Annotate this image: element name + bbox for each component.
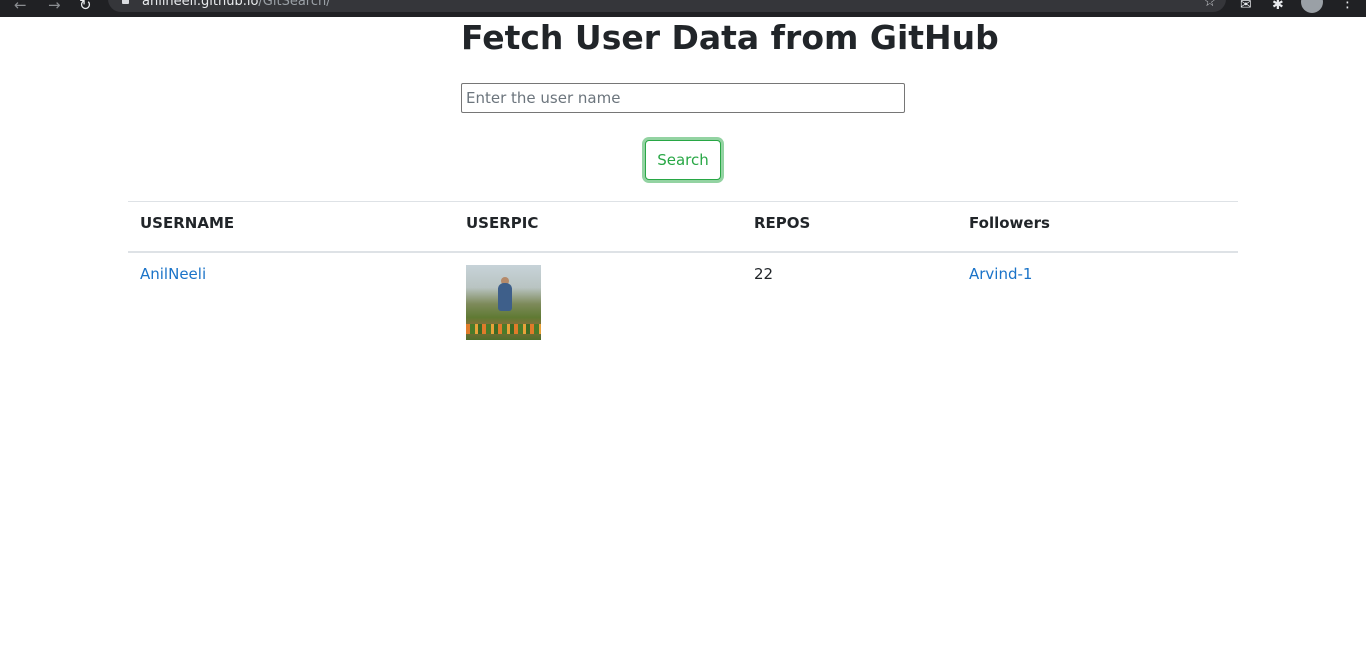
header-username: USERNAME — [128, 201, 454, 253]
browser-toolbar: ← → ↻ anilneeli.github.io/GitSearch/ ☆ ✉… — [0, 0, 1366, 17]
header-repos: REPOS — [742, 201, 957, 253]
menu-kebab-icon[interactable]: ⋮ — [1340, 0, 1355, 11]
table-row: AnilNeeli 22 Arvind-1 — [128, 252, 1238, 352]
search-input[interactable] — [461, 83, 905, 113]
cell-followers: Arvind-1 — [957, 252, 1238, 352]
bookmark-star-icon[interactable]: ☆ — [1203, 0, 1216, 10]
profile-avatar-icon[interactable] — [1301, 0, 1323, 13]
address-bar[interactable]: anilneeli.github.io/GitSearch/ ☆ — [108, 0, 1226, 12]
url-text: anilneeli.github.io/GitSearch/ — [142, 0, 331, 9]
follower-link[interactable]: Arvind-1 — [969, 265, 1032, 283]
reload-icon[interactable]: ↻ — [79, 0, 92, 14]
avatar-figure — [498, 283, 512, 311]
url-host: anilneeli.github.io — [142, 0, 259, 9]
page-title: Fetch User Data from GitHub — [461, 18, 999, 57]
extension-mail-icon[interactable]: ✉ — [1240, 0, 1252, 13]
url-path: /GitSearch/ — [258, 0, 331, 9]
forward-arrow-icon[interactable]: → — [48, 0, 61, 14]
back-arrow-icon[interactable]: ← — [14, 0, 27, 14]
search-button[interactable]: Search — [645, 140, 721, 180]
username-link[interactable]: AnilNeeli — [140, 265, 206, 283]
header-followers: Followers — [957, 201, 1238, 253]
results-table: USERNAME USERPIC REPOS Followers AnilNee… — [128, 201, 1238, 352]
user-avatar-image — [466, 265, 541, 340]
cell-username: AnilNeeli — [128, 252, 454, 352]
header-userpic: USERPIC — [454, 201, 742, 253]
cell-repos: 22 — [754, 265, 774, 283]
cell-userpic — [454, 252, 742, 352]
extensions-puzzle-icon[interactable]: ✱ — [1272, 0, 1284, 13]
table-header-row: USERNAME USERPIC REPOS Followers — [128, 201, 1238, 253]
lock-icon — [122, 0, 129, 4]
avatar-flowers — [466, 324, 541, 334]
